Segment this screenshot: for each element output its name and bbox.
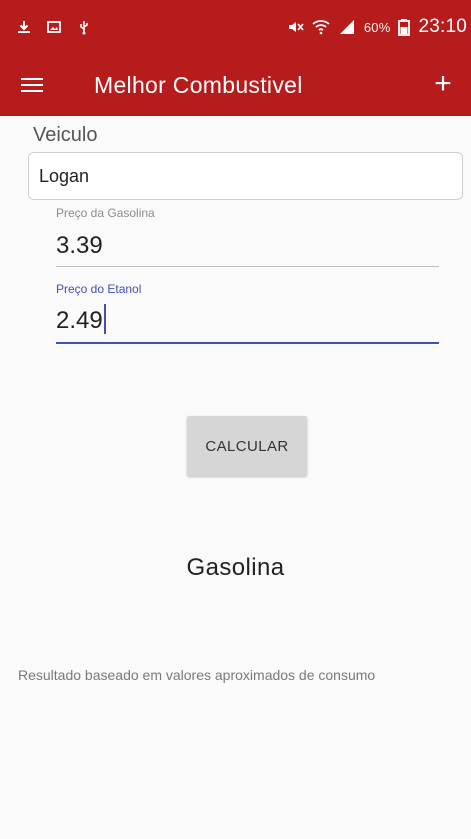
vehicle-value: Logan xyxy=(39,165,90,186)
status-right-icons: 60% 23:10 xyxy=(286,14,471,40)
vehicle-select[interactable]: Logan xyxy=(28,152,463,200)
ethanol-underline xyxy=(56,342,439,344)
mute-icon xyxy=(286,18,304,36)
signal-icon xyxy=(338,18,356,36)
menu-button[interactable] xyxy=(20,73,44,97)
app-toolbar: Melhor Combustivel + xyxy=(0,54,471,116)
toolbar-title: Melhor Combustivel xyxy=(94,72,303,98)
status-time: 23:10 xyxy=(418,16,467,37)
usb-icon xyxy=(76,19,92,35)
ethanol-field: Preço do Etanol 2.49 xyxy=(56,282,439,344)
hamburger-icon xyxy=(21,78,43,92)
battery-percentage: 60% xyxy=(363,19,391,35)
gasoline-field: Preço da Gasolina xyxy=(56,206,439,267)
gasoline-underline xyxy=(56,266,439,267)
ethanol-price-input[interactable]: 2.49 xyxy=(56,304,439,340)
vehicle-label: Veiculo xyxy=(33,124,98,146)
ethanol-price-label: Preço do Etanol xyxy=(56,282,142,296)
wifi-icon xyxy=(312,18,330,36)
add-button[interactable]: + xyxy=(429,69,457,99)
status-bar: 60% 23:10 xyxy=(0,0,471,54)
battery-icon xyxy=(398,18,411,36)
status-left-icons xyxy=(16,14,92,40)
gasoline-price-input[interactable] xyxy=(56,228,439,264)
download-icon xyxy=(16,19,32,35)
main-content: Veiculo Logan Preço da Gasolina Preço do… xyxy=(0,116,471,839)
ethanol-price-value: 2.49 xyxy=(56,307,103,334)
calculate-button[interactable]: CALCULAR xyxy=(187,416,307,476)
result-note: Resultado baseado em valores aproximados… xyxy=(18,667,376,683)
text-caret xyxy=(103,304,106,334)
result-text: Gasolina xyxy=(186,554,285,581)
gasoline-price-label: Preço da Gasolina xyxy=(56,206,155,220)
image-icon xyxy=(46,19,62,35)
